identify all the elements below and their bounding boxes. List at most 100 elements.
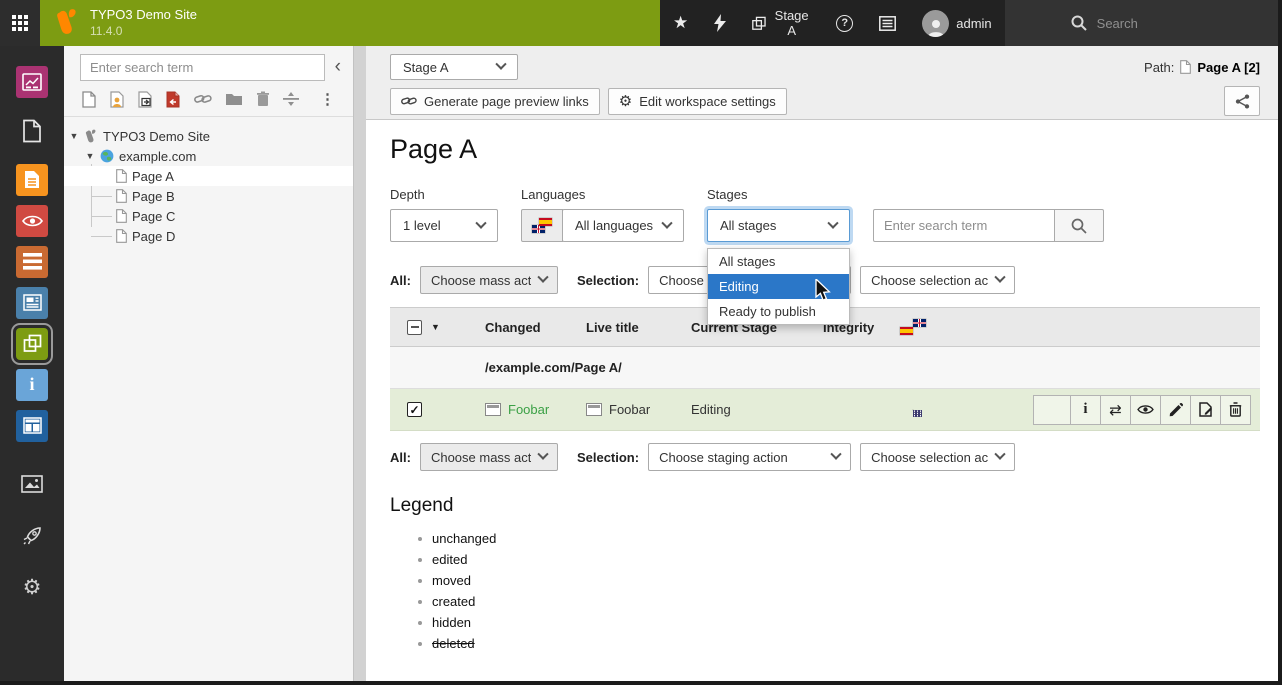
info-button[interactable]: i <box>1071 395 1101 425</box>
tree-node-page-b[interactable]: Page B <box>64 186 353 206</box>
bookmark-button[interactable]: ★ <box>660 0 701 46</box>
depth-select[interactable]: 1 level <box>390 209 498 242</box>
stages-option-ready[interactable]: Ready to publish <box>708 299 849 324</box>
divider-drag-icon[interactable] <box>283 90 299 108</box>
discard-button[interactable] <box>1221 395 1251 425</box>
list-icon <box>879 16 896 31</box>
search-submit-button[interactable] <box>1054 209 1104 242</box>
live-title-text: Foobar <box>609 402 650 417</box>
tree-node-site[interactable]: ▼ example.com <box>64 146 353 166</box>
pencil-icon <box>1169 403 1183 417</box>
module-view[interactable] <box>0 200 64 241</box>
swap-arrows-icon: ⇄ <box>1109 401 1122 419</box>
search-icon <box>1071 218 1087 234</box>
preview-button[interactable] <box>1131 395 1161 425</box>
mass-action-select[interactable]: Choose mass action <box>420 266 558 294</box>
user-menu-button[interactable]: admin <box>909 0 1004 46</box>
pagetree-search-input[interactable] <box>80 54 325 81</box>
stages-select[interactable]: All stages <box>707 209 850 242</box>
module-template[interactable] <box>0 405 64 446</box>
star-icon: ★ <box>673 13 688 33</box>
chevron-down-icon <box>830 449 841 460</box>
workspace-select[interactable]: Stage A <box>390 54 518 80</box>
topbar-brand[interactable]: TYPO3 Demo Site 11.4.0 <box>40 0 660 46</box>
trash-icon <box>1229 402 1242 417</box>
top-bar: TYPO3 Demo Site 11.4.0 ★ Stage A ? admin <box>0 0 1282 46</box>
module-workspaces[interactable] <box>0 323 64 364</box>
module-info[interactable]: i <box>0 364 64 405</box>
all-label: All: <box>390 450 411 465</box>
doc-header: Stage A Path: Page A [2] Generate page p… <box>366 46 1282 120</box>
clear-cache-button[interactable] <box>701 0 739 46</box>
trash-icon[interactable] <box>256 90 271 108</box>
legend-item-hidden: hidden <box>432 615 1260 630</box>
page-title: Page A <box>390 134 1260 165</box>
share-button[interactable] <box>1224 86 1260 116</box>
stages-option-all[interactable]: All stages <box>708 249 849 274</box>
workspace-name: Stage A <box>773 8 810 38</box>
module-extensions[interactable] <box>0 515 64 556</box>
mass-action-select-bottom[interactable]: Choose mass action <box>420 443 558 471</box>
help-icon: ? <box>836 15 853 32</box>
info-icon: i <box>29 374 34 395</box>
staging-action-select-bottom[interactable]: Choose staging action <box>648 443 851 471</box>
new-shortcut-page-drag-icon[interactable] <box>138 90 153 108</box>
generate-preview-links-button[interactable]: Generate page preview links <box>390 88 600 115</box>
topbar-search[interactable]: Search <box>1005 0 1282 46</box>
selection-action-select[interactable]: Choose selection action <box>860 266 1015 294</box>
legend-item-moved: moved <box>432 573 1260 588</box>
expand-all-caret-icon[interactable]: ▼ <box>431 322 440 332</box>
workspace-records-table: ▼ Changed Live title Current Stage Integ… <box>390 307 1260 431</box>
module-list[interactable] <box>0 159 64 200</box>
module-info-news[interactable] <box>0 282 64 323</box>
pagetree-splitter[interactable] <box>353 46 366 681</box>
pagetree-kebab-menu-button[interactable]: ⋮ <box>312 90 343 108</box>
edit-workspace-settings-button[interactable]: ⚙ Edit workspace settings <box>608 88 787 115</box>
selection-action-select-bottom[interactable]: Choose selection action <box>860 443 1015 471</box>
preview-link-icon <box>401 95 417 107</box>
module-filelist[interactable] <box>0 463 64 504</box>
send-to-stage-button[interactable]: ⇄ <box>1101 395 1131 425</box>
workspace-search-input[interactable] <box>873 209 1055 242</box>
new-usersection-page-drag-icon[interactable] <box>110 90 125 108</box>
changed-title-link[interactable]: Foobar <box>508 402 549 417</box>
tree-node-page-a[interactable]: Page A <box>64 166 353 186</box>
collapse-caret-icon[interactable]: ▼ <box>69 131 79 141</box>
module-dashboard[interactable] <box>0 61 64 102</box>
folder-icon[interactable] <box>225 90 243 108</box>
legend-title: Legend <box>390 495 1260 517</box>
system-information-button[interactable] <box>866 0 909 46</box>
tree-node-page-d[interactable]: Page D <box>64 226 353 246</box>
edit-button[interactable] <box>1161 395 1191 425</box>
module-settings[interactable]: ⚙ <box>0 567 64 608</box>
pagetree-collapse-button[interactable]: ‹ <box>333 57 347 78</box>
chevron-down-icon <box>475 217 486 228</box>
new-link-page-drag-icon[interactable] <box>166 90 181 108</box>
chevron-down-icon <box>537 449 548 460</box>
stages-option-editing[interactable]: Editing <box>708 274 849 299</box>
open-version-button[interactable] <box>1191 395 1221 425</box>
username: admin <box>956 16 991 31</box>
workspace-indicator-button[interactable]: Stage A <box>739 0 823 46</box>
window-edge <box>0 681 1282 685</box>
module-menu-toggle-button[interactable] <box>0 0 40 46</box>
tree-node-root[interactable]: ▼ TYPO3 Demo Site <box>64 126 353 146</box>
select-all-checkbox[interactable] <box>407 320 422 335</box>
languages-select[interactable]: All languages <box>562 209 684 242</box>
collapse-caret-icon[interactable]: ▼ <box>85 151 95 161</box>
topbar-toolbar: ★ Stage A ? admin <box>660 0 1005 46</box>
tree-node-page-c[interactable]: Page C <box>64 206 353 226</box>
pagetree-toolbar: ⋮ <box>64 87 353 117</box>
languages-label: Languages <box>521 187 684 202</box>
row-checkbox[interactable]: ✓ <box>407 402 422 417</box>
workspaces-icon <box>23 334 42 353</box>
new-page-drag-icon[interactable] <box>82 90 97 108</box>
all-label: All: <box>390 273 411 288</box>
newspaper-icon <box>23 294 42 311</box>
module-page[interactable] <box>0 110 64 151</box>
help-button[interactable]: ? <box>823 0 866 46</box>
legend-item-created: created <box>432 594 1260 609</box>
link-icon[interactable] <box>194 90 212 108</box>
selection-label: Selection: <box>577 273 639 288</box>
module-records[interactable] <box>0 241 64 282</box>
